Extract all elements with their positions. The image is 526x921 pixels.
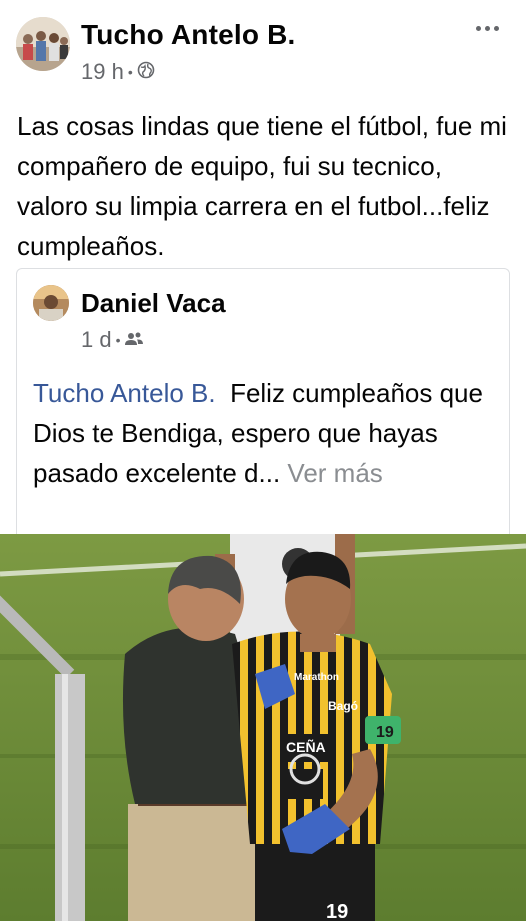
jersey-sponsor-2: Bagó <box>328 699 358 713</box>
see-more-link[interactable]: Ver más <box>287 458 382 488</box>
friends-icon <box>124 327 143 353</box>
mention-link[interactable]: Tucho Antelo B. <box>33 378 216 408</box>
post-time[interactable]: 19 h <box>81 58 124 86</box>
shared-author-avatar[interactable] <box>33 285 69 321</box>
jersey-sponsor-3: CEÑA <box>286 738 326 755</box>
facebook-post: Tucho Antelo B. 19 h • Las cosas lindas … <box>0 0 526 921</box>
shorts-number: 19 <box>326 901 348 921</box>
post-text: Las cosas lindas que tiene el fútbol, fu… <box>17 111 507 261</box>
author-avatar[interactable] <box>16 17 70 71</box>
meta-separator: • <box>127 64 133 80</box>
shared-post-text: Tucho Antelo B. Feliz cumpleaños que Dio… <box>33 373 503 493</box>
armband-number: 19 <box>376 724 394 741</box>
post-meta: 19 h • <box>81 58 155 86</box>
jersey-sponsor-1: Marathon <box>294 672 339 683</box>
globe-icon <box>137 58 155 86</box>
post-photo[interactable]: Marathon Bagó CEÑA 19 19 <box>0 534 526 921</box>
more-options-icon[interactable] <box>470 14 504 42</box>
shared-post-time[interactable]: 1 d <box>81 327 112 353</box>
post-header: Tucho Antelo B. 19 h • <box>0 0 526 90</box>
meta-separator: • <box>115 332 121 348</box>
author-name[interactable]: Tucho Antelo B. <box>81 18 296 52</box>
shared-post-card[interactable]: Daniel Vaca 1 d • Tucho Antelo B. Feliz … <box>16 268 510 534</box>
shared-post-meta: 1 d • <box>81 327 143 353</box>
shared-author-name[interactable]: Daniel Vaca <box>81 287 226 319</box>
